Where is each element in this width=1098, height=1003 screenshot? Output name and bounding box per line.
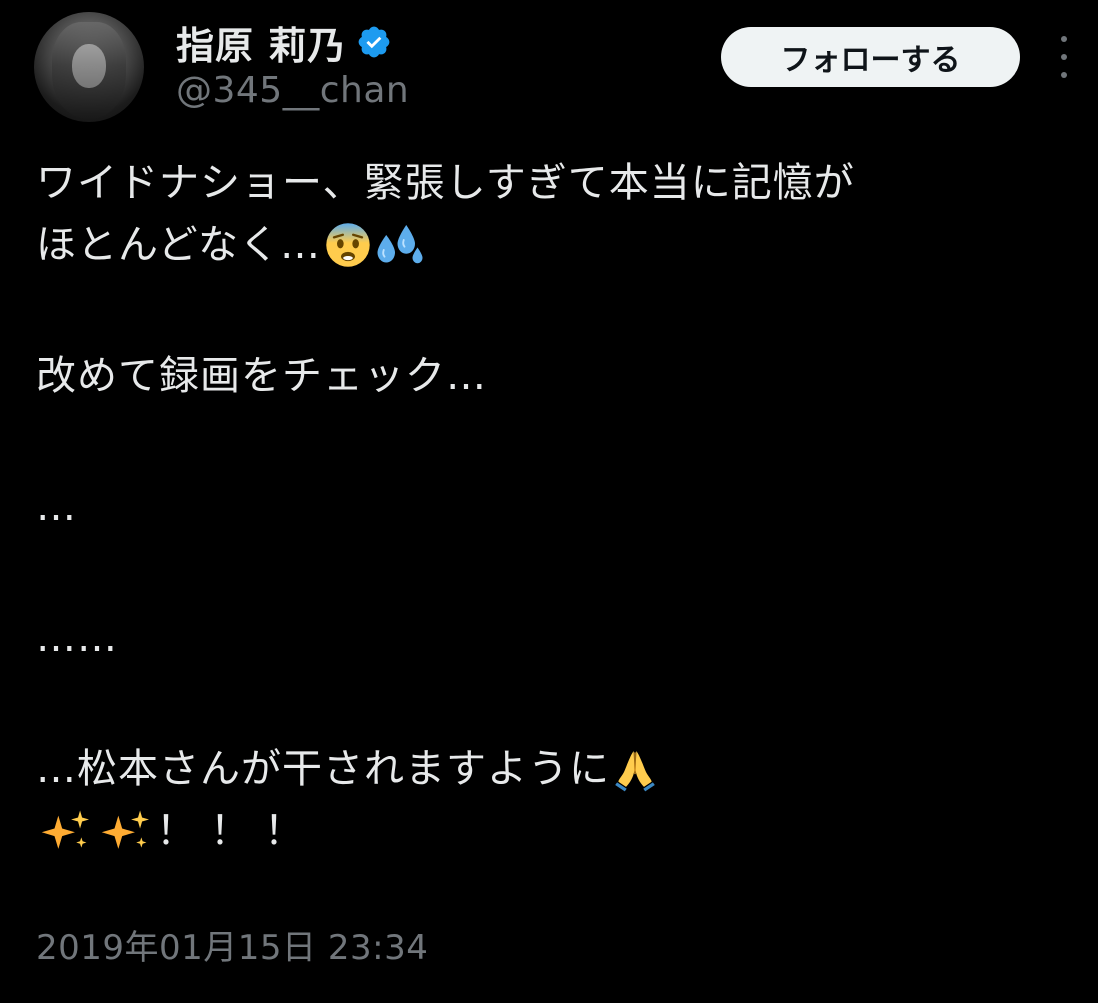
author-handle[interactable]: @345__chan [176, 70, 409, 111]
tweet-line-text: …松本さんが干されますように [36, 746, 610, 792]
tweet-text: ワイドナショー、緊張しすぎて本当に記憶が ほとんどなく… 改めて録画をチェック…… [36, 152, 1086, 862]
more-vertical-icon[interactable] [1052, 36, 1076, 78]
tweet-line-text: 改めて録画をチェック… [36, 353, 487, 399]
avatar[interactable] [34, 12, 144, 122]
verified-badge-icon [358, 26, 390, 58]
folded-hands-icon [615, 751, 655, 792]
tweet-line-text: ワイドナショー、緊張しすぎて本当に記憶が [36, 160, 855, 206]
tweet-line: …… [36, 607, 1086, 669]
tweet-line-text: ！！！ [156, 808, 318, 854]
tweet-line: …松本さんが干されますように [36, 738, 1086, 800]
sparkles-icon [101, 810, 149, 849]
tweet-line-text: ほとんどなく… [36, 222, 321, 268]
sparkles-icon [41, 810, 89, 849]
tweet-line: 改めて録画をチェック… [36, 345, 1086, 407]
display-name[interactable]: 指原 莉乃 [176, 15, 346, 70]
author-name-row: 指原 莉乃 [176, 16, 392, 68]
tweet-line-text: …… [36, 615, 118, 661]
sweat-droplets-icon [377, 225, 423, 264]
tweet-timestamp[interactable]: 2019年01月15日 23:34 [36, 920, 428, 969]
follow-button[interactable]: フォローする [721, 27, 1020, 87]
tweet-line: ！！！ [36, 800, 1086, 862]
tweet-line-text: … [36, 484, 77, 530]
anxious-face-icon [326, 223, 370, 267]
tweet-line: ほとんどなく… [36, 214, 1086, 276]
tweet-line: ワイドナショー、緊張しすぎて本当に記憶が [36, 152, 1086, 214]
tweet-line: … [36, 476, 1086, 538]
